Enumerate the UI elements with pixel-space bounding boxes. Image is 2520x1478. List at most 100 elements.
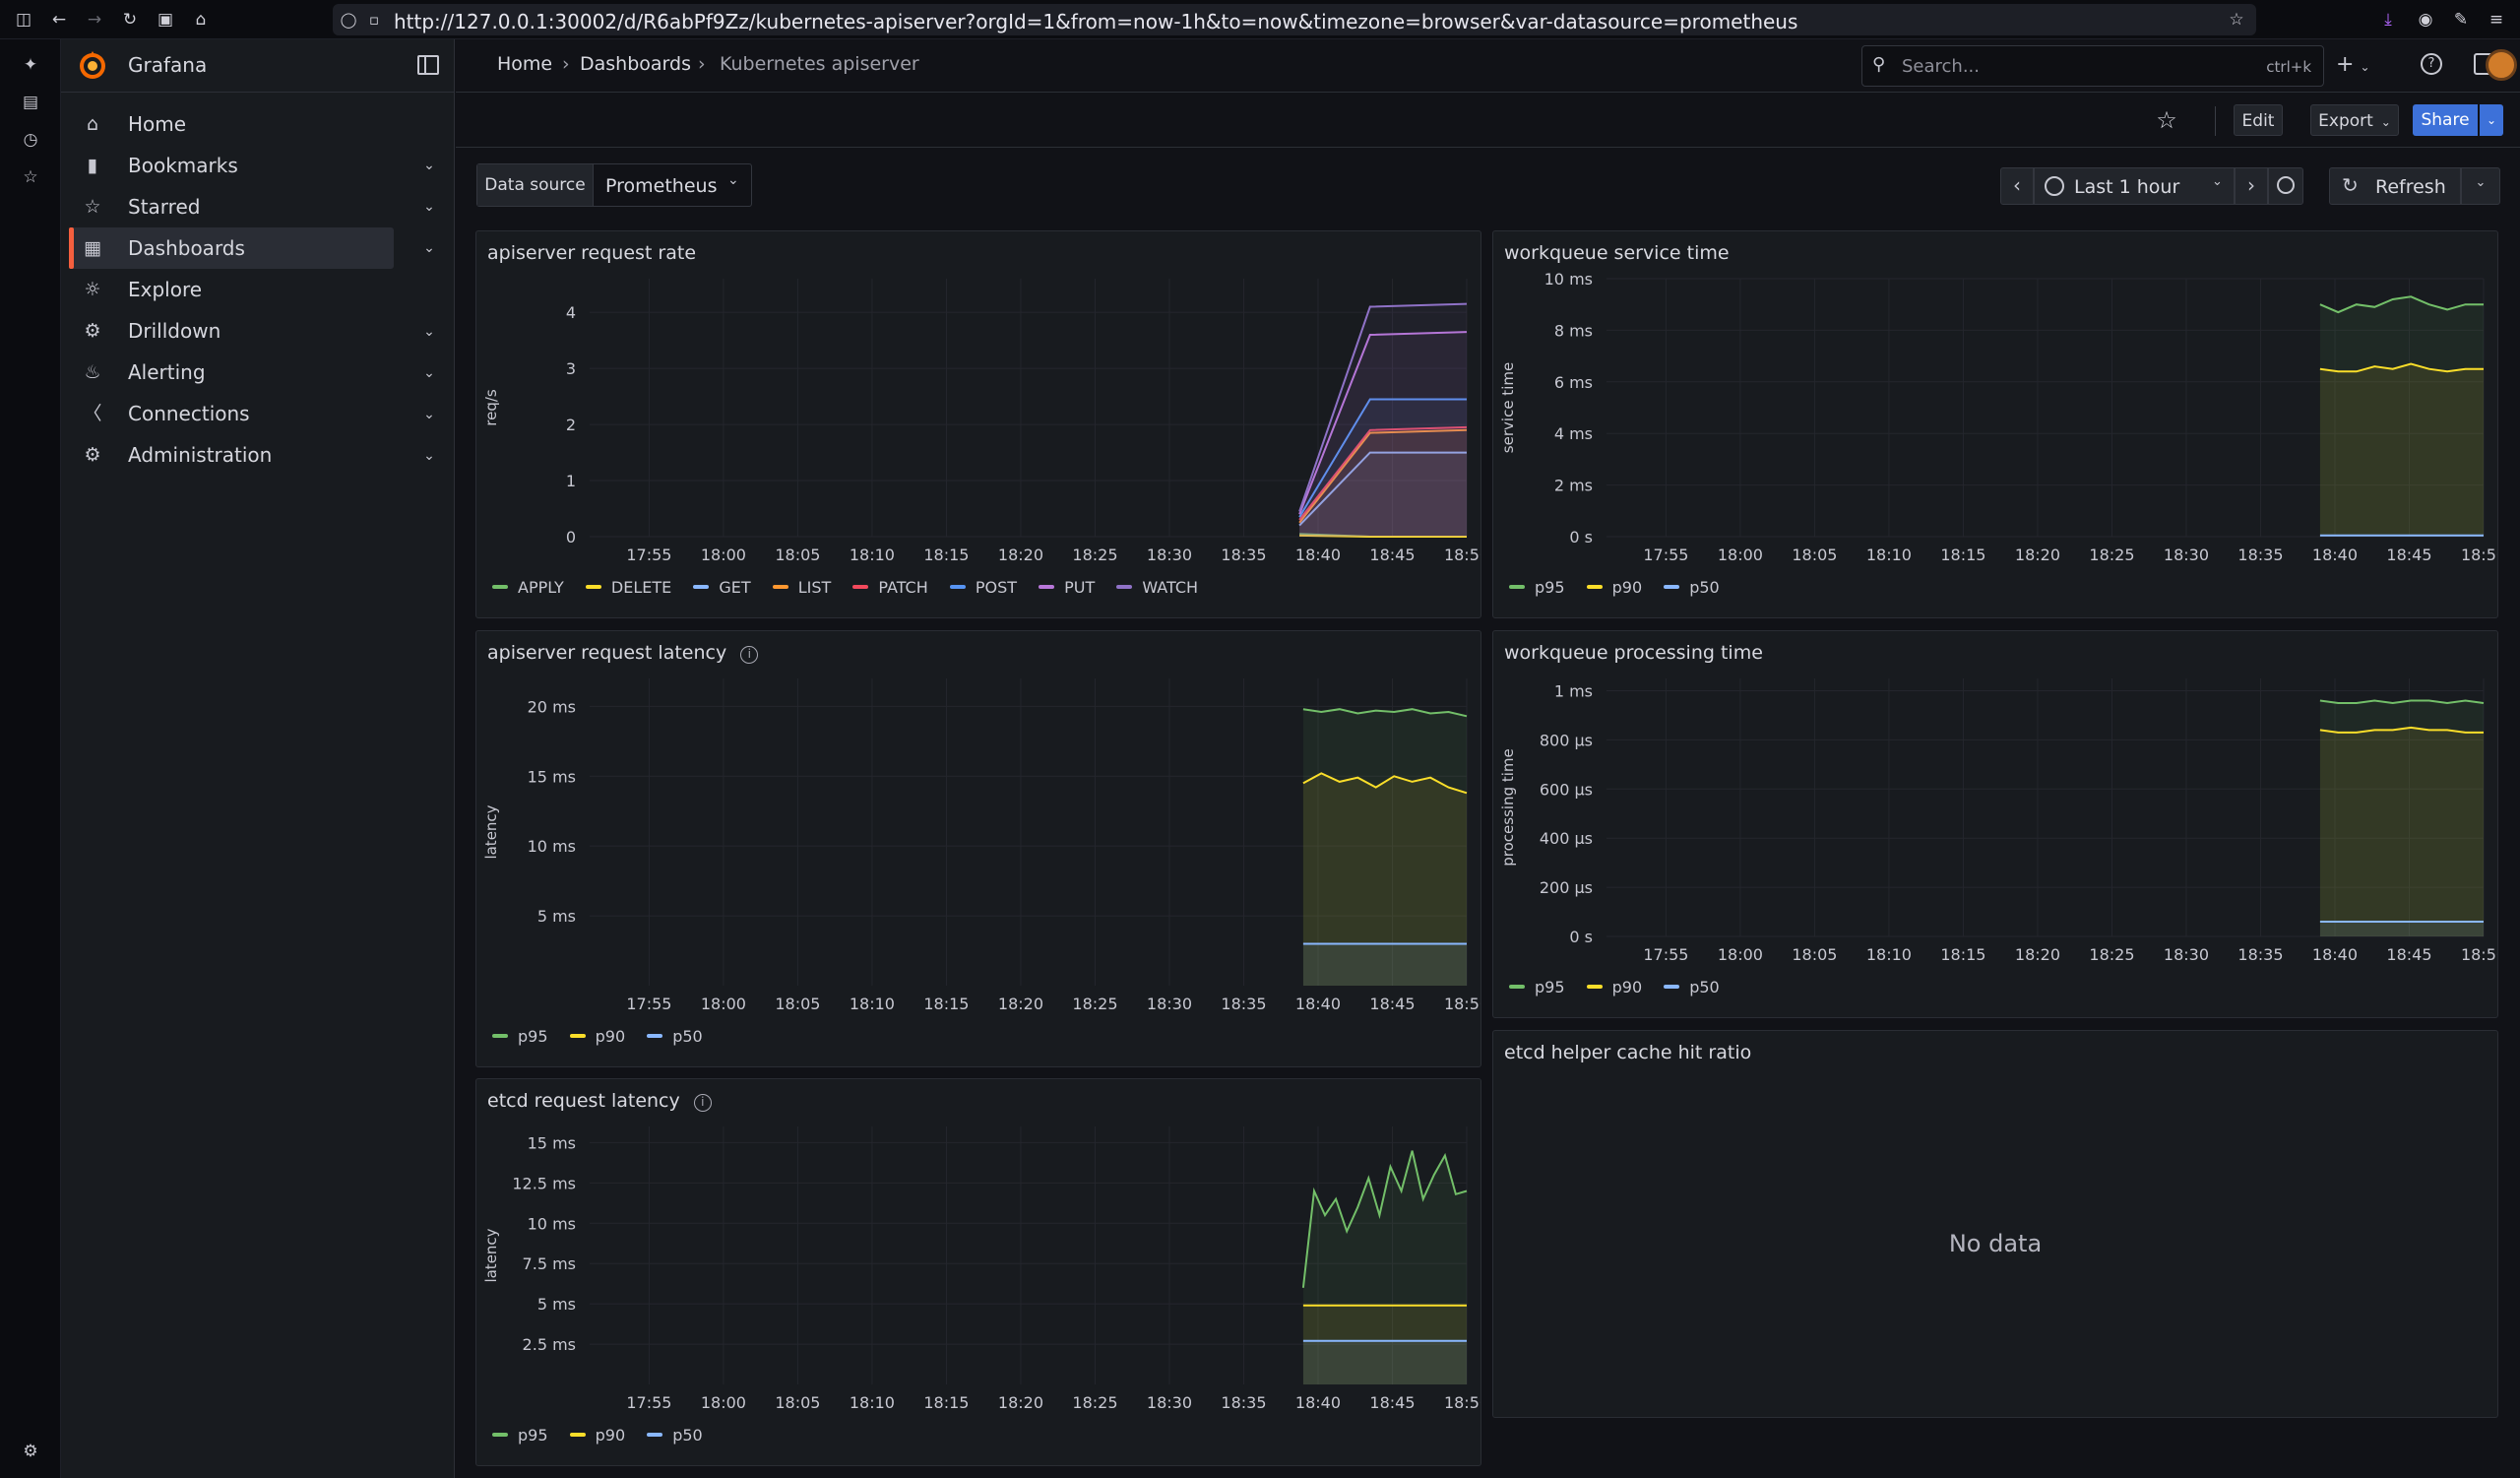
- chevron-down-icon[interactable]: ⌄: [418, 196, 440, 218]
- share-menu-button[interactable]: ⌄: [2480, 104, 2503, 136]
- screenshot-icon[interactable]: ▣: [154, 8, 177, 32]
- legend-item[interactable]: p95: [1509, 578, 1565, 597]
- sidebar-item-label: Bookmarks: [128, 154, 238, 177]
- legend-item[interactable]: p90: [1586, 978, 1642, 996]
- sidebar-item-starred[interactable]: ☆ Starred: [69, 186, 394, 227]
- legend-item[interactable]: p50: [647, 1027, 703, 1046]
- legend-item[interactable]: PATCH: [852, 578, 928, 597]
- address-bar[interactable]: ◯ ▫ http://127.0.0.1:30002/d/R6abPf9Zz/k…: [333, 4, 2256, 35]
- y-tick-label: 200 µs: [1540, 878, 1593, 897]
- y-tick-label: 0 s: [1569, 928, 1593, 946]
- star-dashboard-icon[interactable]: ☆: [2149, 104, 2184, 136]
- sidebar-item-alerting[interactable]: ♨ Alerting: [69, 352, 394, 393]
- avatar[interactable]: [2486, 49, 2517, 81]
- forward-icon[interactable]: →: [83, 8, 106, 32]
- sidebar-item-home[interactable]: ⌂ Home: [69, 103, 394, 145]
- history-icon[interactable]: ◷: [19, 128, 42, 152]
- share-button[interactable]: Share: [2413, 104, 2478, 136]
- panel-etcd-latency[interactable]: etcd request latency i latency 2.5 ms 5 ms 7…: [475, 1078, 1481, 1466]
- panel-etcd-cache[interactable]: etcd helper cache hit ratio No data: [1492, 1030, 2498, 1418]
- panel-request-rate[interactable]: apiserver request rate req/s 0 1 2 3 4 17:55 18…: [475, 230, 1481, 618]
- dock-menu-icon[interactable]: [417, 55, 439, 75]
- y-tick-label: 4 ms: [1554, 424, 1593, 443]
- back-icon[interactable]: ←: [47, 8, 71, 32]
- legend-item[interactable]: LIST: [772, 578, 831, 597]
- chevron-down-icon[interactable]: ⌄: [418, 362, 440, 384]
- sidebar-item-administration[interactable]: ⚙ Administration: [69, 434, 394, 476]
- x-tick-label: 18:00: [701, 995, 746, 1013]
- processing-time-chart[interactable]: processing time 0 s 200 µs 400 µs 600 µs 800 …: [1493, 671, 2497, 966]
- legend-item[interactable]: p95: [492, 1027, 548, 1046]
- legend-item[interactable]: WATCH: [1116, 578, 1198, 597]
- panel-processing-time[interactable]: workqueue processing time processing tim…: [1492, 630, 2498, 1018]
- legend-item[interactable]: p95: [1509, 978, 1565, 996]
- sidebar-item-dashboards[interactable]: ▦ Dashboards: [69, 227, 394, 269]
- panel-service-time[interactable]: workqueue service time service time 0 s 2 …: [1492, 230, 2498, 618]
- datasource-select[interactable]: Prometheus ⌄: [594, 164, 751, 206]
- request-latency-chart[interactable]: latency 5 ms 10 ms 15 ms 20 ms 17:55 18:00 18:0…: [476, 671, 1480, 1015]
- chevron-down-icon[interactable]: ⌄: [418, 445, 440, 467]
- breadcrumb-dashboards[interactable]: Dashboards: [580, 53, 691, 75]
- sidebar-item-connections[interactable]: 〈 Connections: [69, 393, 394, 434]
- x-tick-label: 18:50: [1444, 546, 1480, 564]
- x-tick-label: 18:40: [1295, 546, 1341, 564]
- ai-icon[interactable]: ✦: [19, 53, 42, 77]
- legend-item[interactable]: APPLY: [492, 578, 564, 597]
- info-icon[interactable]: i: [740, 646, 759, 664]
- menu-icon[interactable]: ≡: [2485, 8, 2508, 32]
- legend-item[interactable]: p50: [647, 1426, 703, 1445]
- settings-icon[interactable]: ⚙: [19, 1440, 42, 1463]
- panel-request-latency[interactable]: apiserver request latency i latency 5 ms 10…: [475, 630, 1481, 1067]
- url-text[interactable]: http://127.0.0.1:30002/d/R6abPf9Zz/kuber…: [394, 10, 1797, 33]
- zoom-out-button[interactable]: [2268, 167, 2303, 205]
- sidebar-item-bookmarks[interactable]: ▮ Bookmarks: [69, 145, 394, 186]
- time-range-picker[interactable]: Last 1 hour ⌄: [2034, 167, 2235, 205]
- legend-item[interactable]: p50: [1664, 578, 1720, 597]
- home-page-icon[interactable]: ⌂: [189, 8, 213, 32]
- add-button[interactable]: + ⌄: [2336, 51, 2383, 81]
- chevron-down-icon[interactable]: ⌄: [418, 237, 440, 259]
- x-tick-label: 18:45: [2386, 945, 2431, 964]
- search-input[interactable]: ⚲ Search... ctrl+k: [1861, 45, 2324, 87]
- chevron-down-icon[interactable]: ⌄: [418, 404, 440, 425]
- legend-item[interactable]: p95: [492, 1426, 548, 1445]
- extensions-icon[interactable]: ✎: [2449, 8, 2473, 32]
- legend-item[interactable]: p90: [569, 1027, 625, 1046]
- legend-item[interactable]: DELETE: [585, 578, 671, 597]
- time-forward-button[interactable]: ›: [2235, 167, 2268, 205]
- help-icon[interactable]: ?: [2421, 53, 2442, 75]
- chevron-down-icon: ⌄: [2212, 174, 2223, 189]
- x-tick-label: 17:55: [626, 546, 671, 564]
- reload-icon[interactable]: ↻: [118, 8, 142, 32]
- chevron-down-icon[interactable]: ⌄: [418, 321, 440, 343]
- chevron-down-icon[interactable]: ⌄: [418, 155, 440, 176]
- legend-item[interactable]: POST: [949, 578, 1017, 597]
- star-icon[interactable]: ☆: [19, 165, 42, 189]
- refresh-interval-button[interactable]: ⌄: [2461, 167, 2500, 205]
- refresh-button[interactable]: ↻ Refresh: [2329, 167, 2461, 205]
- legend-item[interactable]: p90: [1586, 578, 1642, 597]
- sidebar-toggle-icon[interactable]: ◫: [12, 8, 35, 32]
- legend-item[interactable]: GET: [693, 578, 751, 597]
- breadcrumb-home[interactable]: Home: [497, 53, 552, 75]
- y-tick-label: 2: [566, 416, 576, 434]
- service-time-chart[interactable]: service time 0 s 2 ms 4 ms 6 ms 8 ms 10 ms 17:5…: [1493, 271, 2497, 566]
- breadcrumb-separator-icon: ›: [698, 53, 706, 75]
- download-icon[interactable]: ⤓: [2376, 8, 2400, 32]
- y-tick-label: 2 ms: [1554, 477, 1593, 495]
- legend-item[interactable]: PUT: [1039, 578, 1095, 597]
- etcd-latency-chart[interactable]: latency 2.5 ms 5 ms 7.5 ms 10 ms 12.5 ms 15 ms…: [476, 1119, 1480, 1414]
- legend-item[interactable]: p90: [569, 1426, 625, 1445]
- request-rate-chart[interactable]: req/s 0 1 2 3 4 17:55 18:00 18:05 18:10 18:15 18:20…: [476, 271, 1480, 566]
- tabs-icon[interactable]: ▤: [19, 91, 42, 114]
- sidebar-item-explore[interactable]: ☼ Explore: [69, 269, 394, 310]
- bookmark-star-icon[interactable]: ☆: [2225, 8, 2248, 32]
- export-button[interactable]: Export ⌄: [2310, 104, 2399, 136]
- account-icon[interactable]: ◉: [2414, 8, 2437, 32]
- sidebar-item-drilldown[interactable]: ⚙ Drilldown: [69, 310, 394, 352]
- edit-button[interactable]: Edit: [2234, 104, 2283, 136]
- legend-item[interactable]: p50: [1664, 978, 1720, 996]
- time-back-button[interactable]: ‹: [2000, 167, 2034, 205]
- info-icon[interactable]: i: [693, 1094, 712, 1112]
- grafana-logo-icon[interactable]: [77, 50, 108, 82]
